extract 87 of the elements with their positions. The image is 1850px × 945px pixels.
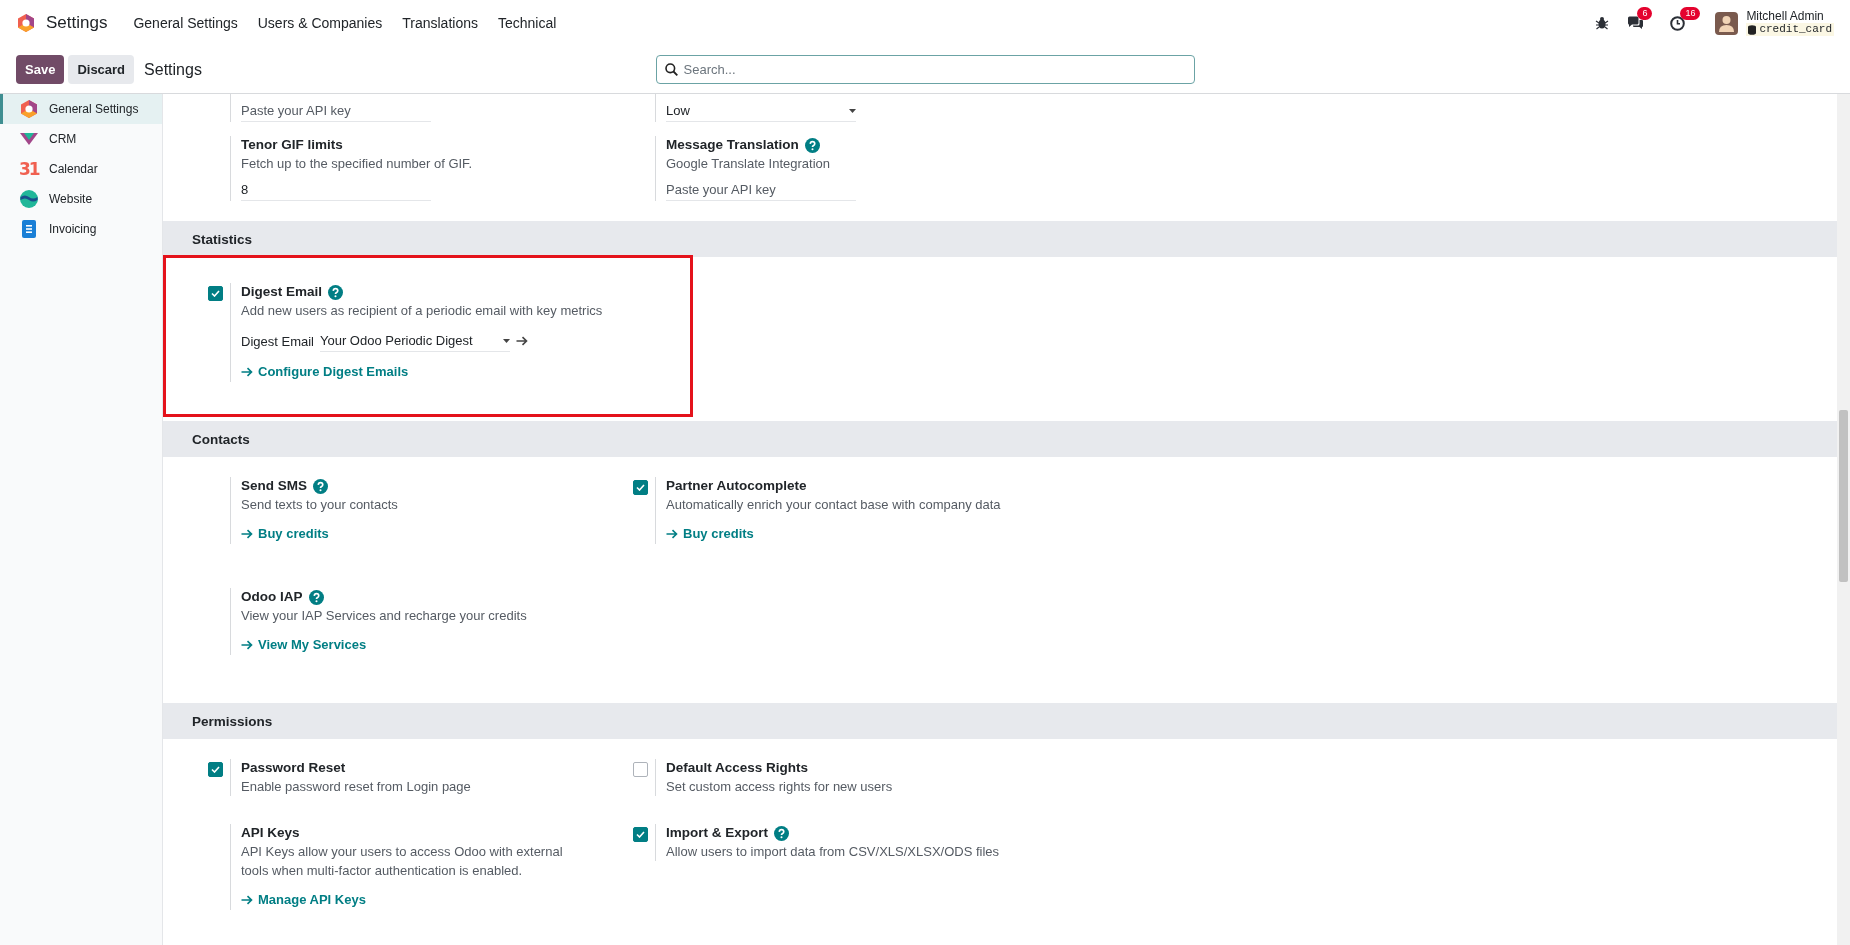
section-header: Permissions — [163, 703, 1837, 739]
sidebar-item[interactable]: CRM — [0, 124, 162, 154]
bug-icon[interactable] — [1595, 16, 1610, 30]
scrollbar-thumb[interactable] — [1839, 410, 1848, 582]
help-icon[interactable] — [328, 284, 344, 300]
link[interactable]: View My Services — [241, 635, 367, 655]
setting-title: Send SMS — [241, 477, 307, 495]
setting-title: Message Translation — [666, 136, 799, 154]
app-logo-icon — [16, 13, 36, 33]
text-field[interactable]: Paste your API key — [241, 100, 431, 122]
sidebar-item[interactable]: 31 Calendar — [0, 154, 162, 184]
notification-badge: 16 — [1680, 6, 1701, 20]
text-field[interactable]: Paste your API key — [666, 179, 856, 201]
checkbox[interactable] — [207, 762, 223, 777]
sidebar-item[interactable]: Website — [0, 184, 162, 214]
checkmark-icon — [635, 831, 645, 838]
setting-title: Default Access Rights — [666, 759, 809, 777]
link[interactable]: Configure Digest Emails — [241, 362, 409, 382]
setting-description: View your IAP Services and recharge your credits — [241, 607, 527, 625]
arrow-icon — [666, 529, 678, 539]
help-icon[interactable] — [804, 137, 820, 153]
setting-description: API Keys allow your users to access Odoo with external tools when multi-factor authentication is enabled. — [241, 843, 564, 880]
save-button[interactable]: Save — [16, 55, 65, 84]
checkbox[interactable] — [632, 827, 648, 842]
setting-title: Partner Autocomplete — [666, 477, 807, 495]
avatar[interactable] — [1715, 11, 1739, 35]
setting-title: Odoo IAP — [241, 588, 303, 606]
setting-description: Send texts to your contacts — [241, 496, 398, 514]
app-title[interactable]: Settings — [46, 13, 108, 33]
chat-icon[interactable] — [1627, 16, 1645, 30]
setting-title: Tenor GIF limits — [241, 136, 343, 154]
wave-circle-icon — [19, 189, 39, 209]
setting-description: Add new users as recipient of a periodic email with key metrics — [241, 302, 603, 320]
link[interactable]: Manage API Keys — [241, 890, 366, 910]
search-field[interactable]: Search... — [655, 55, 1195, 84]
user-name[interactable]: Mitchell Admin — [1746, 10, 1834, 23]
checkbox[interactable] — [207, 286, 223, 301]
link[interactable]: Buy credits — [666, 524, 754, 544]
arrow-icon — [241, 895, 253, 905]
menu-item[interactable]: Technical — [490, 9, 565, 37]
hexagon-icon — [19, 99, 39, 119]
field-label: Digest Email — [241, 333, 314, 349]
document-icon — [19, 219, 39, 239]
section-header: Statistics — [163, 221, 1837, 257]
setting-description: Allow users to import data from CSV/XLS/XLSX/ODS files — [666, 843, 1000, 861]
setting-title: API Keys — [241, 824, 300, 842]
setting-description: Google Translate Integration — [666, 155, 831, 173]
checkmark-icon — [210, 766, 220, 773]
clock-icon[interactable] — [1670, 15, 1686, 31]
dropdown-field[interactable]: Your Odoo Periodic Digest — [319, 330, 510, 352]
setting-title: Password Reset — [241, 759, 346, 777]
menu-item[interactable]: Users & Companies — [249, 9, 391, 37]
arrow-icon — [241, 529, 253, 539]
arrow-icon — [241, 640, 253, 650]
help-icon[interactable] — [774, 825, 789, 841]
discard-button[interactable]: Discard — [68, 55, 135, 84]
setting-description: Enable password reset from Login page — [241, 778, 471, 796]
checkmark-icon — [635, 484, 645, 491]
checkmark-icon — [210, 290, 220, 297]
notification-badge: 6 — [1637, 7, 1653, 20]
breadcrumb: Settings — [144, 60, 202, 79]
section-header: Contacts — [163, 421, 1837, 457]
checkbox[interactable] — [632, 762, 648, 777]
help-icon[interactable] — [313, 478, 328, 494]
arrow-icon — [515, 336, 528, 346]
caret-icon — [502, 338, 510, 343]
setting-title: Import & Export — [666, 824, 768, 842]
help-icon[interactable] — [308, 589, 324, 605]
arrow-icon — [241, 367, 253, 377]
sidebar-item[interactable]: Invoicing — [0, 214, 162, 244]
text-field[interactable]: 8 — [241, 179, 431, 201]
calendar-icon: 31 — [19, 159, 39, 179]
scrollbar[interactable] — [1837, 94, 1850, 945]
menu-item[interactable]: General Settings — [125, 9, 246, 37]
link[interactable]: Buy credits — [241, 524, 329, 544]
sidebar-item[interactable]: General Settings — [0, 94, 162, 124]
checkbox[interactable] — [632, 480, 648, 495]
database-name: credit_card — [1759, 23, 1832, 36]
database-icon — [1748, 24, 1757, 35]
search-icon — [664, 63, 678, 76]
dropdown-field[interactable]: Low — [666, 100, 856, 122]
setting-description: Automatically enrich your contact base with company data — [666, 496, 1001, 514]
setting-description: Fetch up to the specified number of GIF. — [241, 155, 473, 173]
setting-title: Digest Email — [241, 283, 323, 301]
caret-icon — [849, 108, 856, 113]
menu-item[interactable]: Translations — [394, 9, 486, 37]
setting-description: Set custom access rights for new users — [666, 778, 893, 796]
